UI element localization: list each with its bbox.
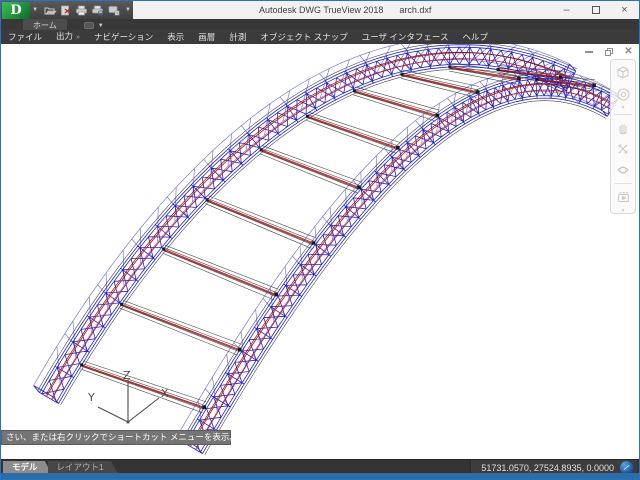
menu-item-layer[interactable]: 画層 xyxy=(191,30,222,44)
window-title: Autodesk DWG TrueView 2018 arch.dxf xyxy=(259,1,431,19)
show-motion-icon[interactable] xyxy=(614,188,632,206)
menu-item-object-snap[interactable]: オブジェクト スナップ xyxy=(253,30,354,44)
command-prompt-message: さい、または右クリックでショートカット メニューを表示。 xyxy=(1,430,231,445)
document-title: arch.dxf xyxy=(399,5,431,15)
publish-icon[interactable] xyxy=(107,5,120,16)
menu-item-measure[interactable]: 計測 xyxy=(222,30,253,44)
menu-item-output[interactable]: 出力» xyxy=(49,29,87,45)
navbar-divider xyxy=(614,183,632,184)
navbar-caret-icon[interactable]: ▾ xyxy=(621,209,624,213)
ucs-axis-label: Y xyxy=(87,391,95,404)
ucs-axis-label: Z xyxy=(123,369,131,382)
menu-item-file[interactable]: ファイル xyxy=(1,30,49,44)
minimize-button[interactable]: – xyxy=(552,1,581,19)
qat-customize-icon[interactable]: ▼ xyxy=(125,7,131,13)
drawing-canvas[interactable]: Z X Y ✕ ▾ xyxy=(1,44,639,459)
menubar: ファイル 出力» ナビゲーション 表示 画層 計測 オブジェクト スナップ ユー… xyxy=(1,30,639,44)
steering-wheel-icon[interactable] xyxy=(614,85,632,103)
ribbon-tool-dropdown-icon: ▼ xyxy=(98,23,104,29)
app-title: Autodesk DWG TrueView 2018 xyxy=(259,5,383,15)
plot-preview-icon[interactable] xyxy=(91,5,104,16)
status-bar: モデル レイアウト1 51731.0570, 27524.8935, 0.000… xyxy=(1,459,639,474)
navigation-bar: ▾ ▾ xyxy=(610,59,636,214)
ribbon-tab-row: ホーム ▼ xyxy=(1,19,639,30)
titlebar: D ▼ ▼ xyxy=(1,1,639,19)
navbar-divider xyxy=(614,114,632,115)
wireframe-arch-drawing: Z X Y xyxy=(1,44,639,459)
menu-item-help[interactable]: ヘルプ xyxy=(455,30,495,44)
app-window: D ▼ ▼ xyxy=(0,0,640,480)
quick-access-toolbar: D ▼ ▼ xyxy=(1,1,133,19)
menu-item-user-interface[interactable]: ユーザ インタフェース xyxy=(355,30,456,44)
coordinates-readout: 51731.0570, 27524.8935, 0.0000 xyxy=(481,463,614,473)
ucs-axis-label: X xyxy=(161,387,169,400)
doc-minimize-icon[interactable] xyxy=(583,47,594,57)
view-cube-icon[interactable] xyxy=(614,64,632,82)
maximize-button[interactable] xyxy=(581,1,610,19)
tab-model[interactable]: モデル xyxy=(3,461,52,474)
plot-icon[interactable] xyxy=(75,5,88,16)
orbit-icon[interactable] xyxy=(614,161,632,179)
zoom-icon[interactable] xyxy=(614,140,632,158)
menu-item-navigation[interactable]: ナビゲーション xyxy=(87,30,160,44)
tab-layout1[interactable]: レイアウト1 xyxy=(48,461,118,474)
app-menu-dropdown-icon[interactable]: ▼ xyxy=(32,7,38,13)
application-menu-button[interactable]: D xyxy=(2,2,30,19)
menu-item-view[interactable]: 表示 xyxy=(160,30,191,44)
app-logo: D xyxy=(10,4,21,17)
ribbon-tool-icon xyxy=(84,22,94,29)
navbar-caret-icon[interactable]: ▾ xyxy=(621,106,624,110)
close-button[interactable]: × xyxy=(610,1,639,19)
document-window-controls: ✕ xyxy=(583,47,634,57)
maximize-icon xyxy=(592,6,600,14)
open-icon[interactable] xyxy=(44,5,57,16)
doc-close-icon[interactable]: ✕ xyxy=(623,47,634,57)
window-controls: – × xyxy=(552,1,639,19)
close-drawing-icon[interactable] xyxy=(60,5,72,16)
output-expander-icon: » xyxy=(76,34,80,41)
doc-restore-icon[interactable] xyxy=(603,47,614,57)
window-bottom-border xyxy=(1,473,639,479)
pan-hand-icon[interactable] xyxy=(614,119,632,137)
